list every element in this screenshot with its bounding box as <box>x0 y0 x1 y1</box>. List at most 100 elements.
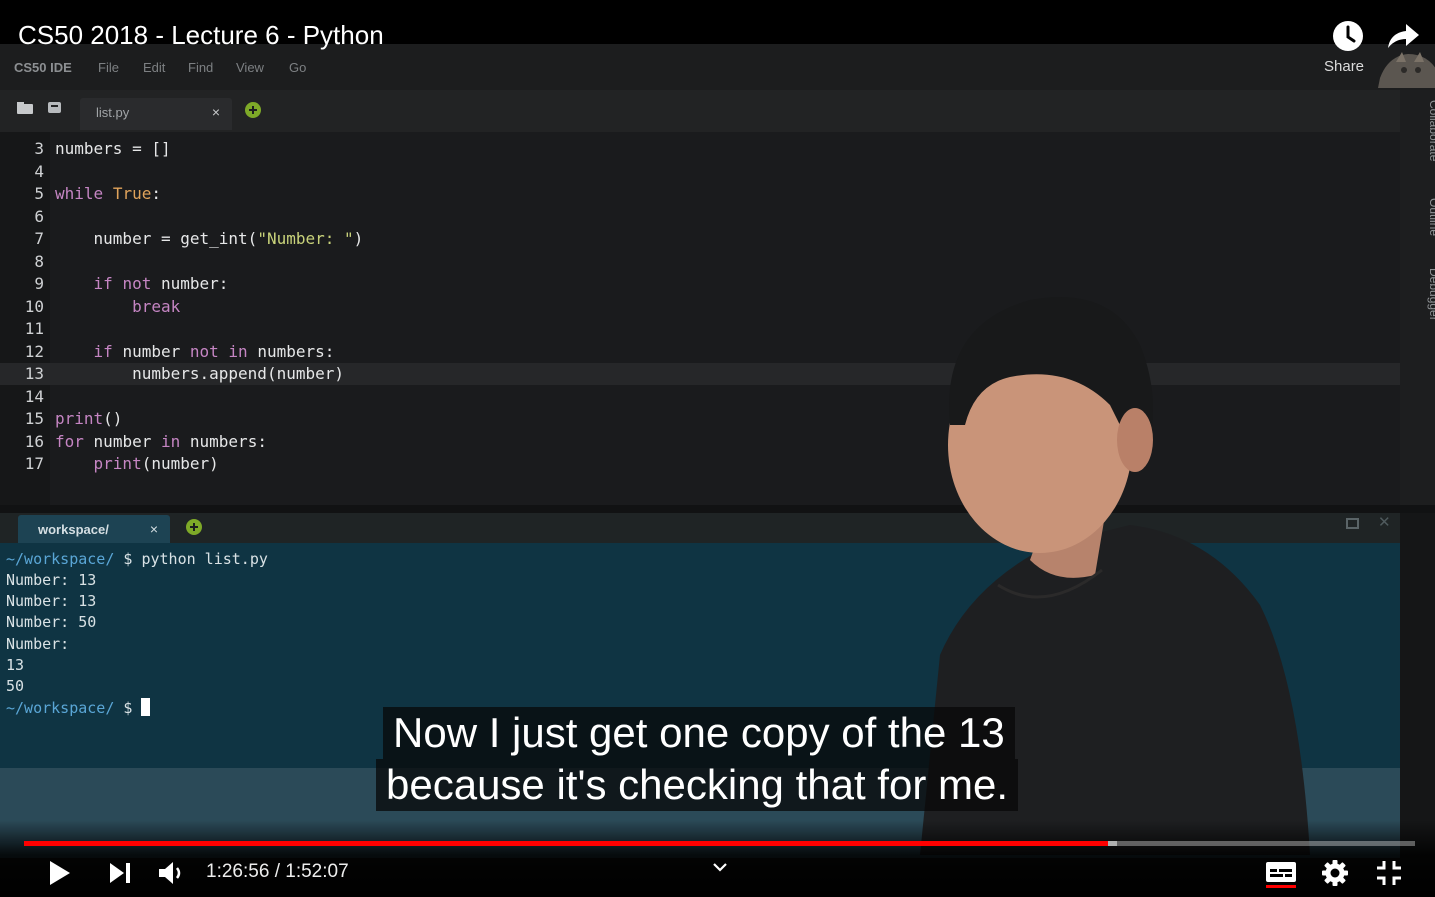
controls-gradient <box>0 820 1435 897</box>
play-icon[interactable] <box>44 858 74 888</box>
code-token: number <box>93 229 152 248</box>
code-line: 3 numbers = [] <box>0 138 800 160</box>
code-line: 15 print() <box>0 408 800 430</box>
time-separator: / <box>274 861 280 882</box>
share-icon[interactable] <box>1386 22 1420 50</box>
add-tab-icon <box>245 102 261 118</box>
side-panel-debugger: Debugger <box>1427 268 1435 321</box>
terminal-output-line: 13 <box>6 656 25 674</box>
code-token: numbers <box>55 139 123 158</box>
code-token: ) <box>353 229 364 248</box>
string-token: "Number: " <box>257 229 354 248</box>
line-number: 16 <box>24 431 44 451</box>
chevron-down-icon[interactable] <box>710 860 730 876</box>
code-token: = [] <box>122 139 171 158</box>
keyword-token: break <box>132 296 181 316</box>
line-number: 7 <box>34 229 44 248</box>
code-line: 6 <box>0 206 800 228</box>
ide-menu-find: Find <box>188 60 214 75</box>
keyword-token: not <box>189 341 219 361</box>
code-token: number <box>276 364 335 383</box>
code-line: 12 if number not in numbers: <box>0 341 800 363</box>
code-line: 10 break <box>0 296 800 318</box>
restore-panel-icon <box>1346 518 1359 529</box>
exit-fullscreen-icon[interactable] <box>1374 858 1404 888</box>
code-text: if not number: <box>55 273 229 295</box>
code-line: 8 <box>0 251 800 273</box>
video-title[interactable]: CS50 2018 - Lecture 6 - Python <box>18 19 384 51</box>
code-text: break <box>55 296 180 318</box>
keyword-token: not <box>122 274 152 293</box>
constant-token: True <box>112 184 152 203</box>
code-token: numbers <box>189 431 258 451</box>
share-label[interactable]: Share <box>1324 58 1364 75</box>
code-token: number <box>93 431 152 451</box>
code-line: 11 <box>0 318 800 340</box>
code-token: : <box>218 274 229 293</box>
line-number: 8 <box>34 251 44 271</box>
ide-menu-go: Go <box>289 60 307 75</box>
watch-later-icon[interactable] <box>1332 20 1364 52</box>
code-text: print() <box>55 408 122 430</box>
channel-avatar[interactable] <box>1378 48 1435 88</box>
code-text: number = get_int("Number: ") <box>55 228 364 250</box>
video-frame[interactable]: CS50 IDE File Edit Find View Go list.py … <box>0 0 1435 897</box>
code-token: . <box>199 364 210 383</box>
terminal-command: python list.py <box>141 550 268 568</box>
time-current: 1:26:56 <box>206 861 270 882</box>
settings-icon[interactable] <box>1320 858 1350 888</box>
prompt-symbol: $ <box>123 550 133 568</box>
line-number: 17 <box>24 454 44 473</box>
volume-icon[interactable] <box>156 858 186 888</box>
code-token: ) <box>334 364 345 383</box>
subtitles-icon[interactable] <box>1264 860 1298 888</box>
time-display: 1:26:56 / 1:52:07 <box>206 861 349 883</box>
progress-bar[interactable] <box>24 841 1415 846</box>
code-text: numbers = [] <box>55 138 171 160</box>
code-token: ( <box>141 454 152 473</box>
code-token: = <box>151 229 181 248</box>
line-number: 14 <box>24 386 44 406</box>
code-token: append <box>209 364 267 383</box>
terminal-output-line: Number: 13 <box>6 592 97 610</box>
line-number: 3 <box>34 139 44 158</box>
code-token: : <box>257 431 267 451</box>
terminal-output-line: Number: 50 <box>6 613 97 631</box>
terminal-output-line: Number: <box>6 635 70 653</box>
ide-menu-edit: Edit <box>143 60 166 75</box>
close-icon: × <box>149 521 158 537</box>
line-number: 11 <box>24 319 44 338</box>
caption-line: because it's checking that for me. <box>376 759 1019 811</box>
code-text: numbers.append(number) <box>55 363 344 385</box>
prompt-path: ~/workspace/ <box>6 699 115 717</box>
code-line: 14 <box>0 386 800 408</box>
code-token: ) <box>209 454 219 473</box>
terminal-tab-label: workspace/ <box>38 522 109 537</box>
code-line: 7 number = get_int("Number: ") <box>0 228 800 250</box>
line-number: 9 <box>34 274 44 293</box>
code-token: () <box>103 409 123 428</box>
next-icon[interactable] <box>106 860 136 886</box>
keyword-token: while <box>55 184 104 203</box>
code-line: 17 print(number) <box>0 453 800 475</box>
code-line: 16 for number in numbers: <box>0 431 800 453</box>
keyword-token: for <box>55 431 84 451</box>
editor-tab-list-py: list.py × <box>80 98 232 130</box>
terminal-cursor <box>141 698 151 716</box>
builtin-token: print <box>93 454 142 473</box>
code-token: number <box>122 341 181 361</box>
code-text: if number not in numbers: <box>55 341 335 363</box>
